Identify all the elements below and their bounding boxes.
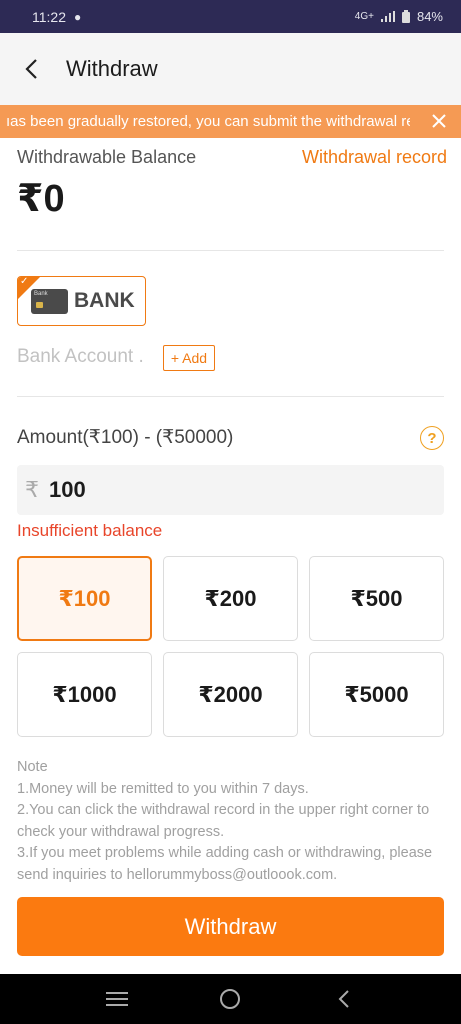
battery-icon <box>401 10 410 23</box>
amount-range-label: Amount(₹100) - (₹50000) <box>17 427 234 448</box>
amount-option-200[interactable]: ₹200 <box>163 556 298 641</box>
note-line: 1.Money will be remitted to you within 7… <box>17 780 309 797</box>
balance-label: Withdrawable Balance <box>17 147 197 167</box>
amount-input[interactable] <box>49 477 409 503</box>
withdraw-button[interactable]: Withdraw <box>17 897 444 956</box>
insufficient-balance-error: Insufficient balance <box>17 521 163 540</box>
amount-field[interactable]: ₹ <box>17 465 444 515</box>
amount-option-5000[interactable]: ₹5000 <box>309 652 444 737</box>
card-icon-text: Bank <box>34 290 48 297</box>
question-circle-icon[interactable]: ? <box>420 426 444 450</box>
amount-option-1000[interactable]: ₹1000 <box>17 652 152 737</box>
withdraw-note: Note 1.Money will be remitted to you wit… <box>17 757 447 886</box>
bank-account-placeholder: Bank Account . <box>17 346 144 367</box>
card-chip <box>36 301 43 308</box>
battery-level: 84% <box>416 9 443 24</box>
notice-text: ıas been gradually restored, you can sub… <box>6 113 410 130</box>
back-button[interactable] <box>0 33 64 105</box>
bank-method-option[interactable]: ✓ Bank BANK <box>17 276 146 326</box>
home-circle-icon <box>220 989 241 1009</box>
app-header: Withdraw <box>0 33 461 105</box>
notice-banner: ıas been gradually restored, you can sub… <box>0 105 461 138</box>
divider <box>17 396 444 397</box>
page-title: Withdraw <box>66 56 158 81</box>
system-nav-bar <box>0 974 461 1024</box>
chevron-left-icon <box>25 59 37 79</box>
add-bank-account-button[interactable]: + Add <box>163 345 215 371</box>
message-icon: ● <box>74 9 82 24</box>
status-icons: 4G+ 84% <box>355 9 443 24</box>
note-line: 3.If you meet problems while adding cash… <box>17 845 433 883</box>
bank-card-icon: Bank <box>31 288 68 314</box>
note-title: Note <box>17 759 48 775</box>
note-line: 2.You can click the withdrawal record in… <box>17 802 430 840</box>
status-bar: 11:22 ● 4G+ 84% <box>0 0 461 33</box>
divider <box>17 250 444 251</box>
check-icon: ✓ <box>20 276 29 287</box>
nav-back-button[interactable] <box>324 979 364 1019</box>
signal-icon <box>380 11 395 22</box>
amount-option-100[interactable]: ₹100 <box>17 556 152 641</box>
network-label: 4G+ <box>354 11 374 22</box>
back-icon <box>338 990 349 1008</box>
close-icon <box>432 114 446 128</box>
amount-option-500[interactable]: ₹500 <box>309 556 444 641</box>
amount-option-2000[interactable]: ₹2000 <box>163 652 298 737</box>
balance-value: ₹0 <box>17 178 65 220</box>
menu-icon <box>105 992 128 1006</box>
nav-home-button[interactable] <box>210 979 250 1019</box>
withdrawal-record-link[interactable]: Withdrawal record <box>302 147 447 168</box>
status-time: 11:22 <box>32 8 66 25</box>
currency-symbol: ₹ <box>25 477 39 502</box>
close-notice-button[interactable] <box>429 111 449 131</box>
nav-menu-button[interactable] <box>97 979 137 1019</box>
bank-method-label: BANK <box>74 289 135 312</box>
